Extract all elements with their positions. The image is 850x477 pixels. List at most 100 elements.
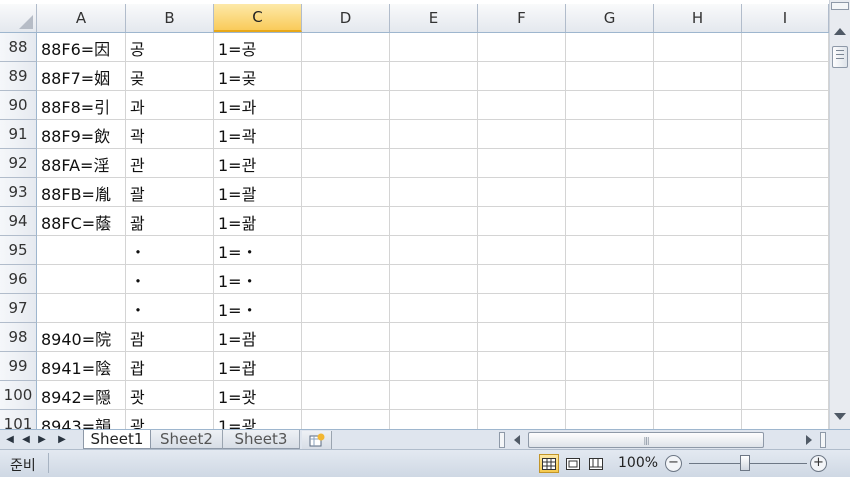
cell-c[interactable]: 1=공 — [214, 33, 302, 62]
cell-f[interactable] — [478, 381, 566, 410]
column-header-a[interactable]: A — [37, 4, 126, 32]
cell-b[interactable]: 괍 — [126, 352, 214, 381]
cell-d[interactable] — [302, 352, 390, 381]
cell-b[interactable]: 광 — [126, 410, 214, 429]
cell-h[interactable] — [654, 323, 742, 352]
select-all-button[interactable] — [0, 4, 37, 32]
cell-f[interactable] — [478, 236, 566, 265]
cell-d[interactable] — [302, 149, 390, 178]
cell-a[interactable]: 88FA=淫 — [37, 149, 126, 178]
cell-i[interactable] — [742, 149, 829, 178]
column-header-c[interactable]: C — [214, 4, 302, 32]
column-header-d[interactable]: D — [302, 4, 390, 32]
cell-i[interactable] — [742, 62, 829, 91]
row-header[interactable]: 98 — [0, 323, 37, 352]
tab-sheet2[interactable]: Sheet2 — [151, 430, 223, 449]
cell-f[interactable] — [478, 352, 566, 381]
cell-f[interactable] — [478, 62, 566, 91]
cell-d[interactable] — [302, 236, 390, 265]
cell-g[interactable] — [566, 207, 654, 236]
cell-h[interactable] — [654, 410, 742, 429]
cell-f[interactable] — [478, 33, 566, 62]
cell-c[interactable]: 1=괏 — [214, 381, 302, 410]
cell-g[interactable] — [566, 91, 654, 120]
cell-g[interactable] — [566, 323, 654, 352]
cell-d[interactable] — [302, 265, 390, 294]
cell-e[interactable] — [390, 178, 478, 207]
cell-b[interactable]: 괆 — [126, 207, 214, 236]
cell-a[interactable]: 8940=院 — [37, 323, 126, 352]
cell-g[interactable] — [566, 149, 654, 178]
cell-g[interactable] — [566, 410, 654, 429]
cell-b[interactable]: ・ — [126, 236, 214, 265]
cell-g[interactable] — [566, 120, 654, 149]
scroll-up-arrow-icon[interactable] — [834, 28, 846, 35]
cell-i[interactable] — [742, 294, 829, 323]
horizontal-scroll-end-handle[interactable] — [820, 432, 826, 448]
cell-d[interactable] — [302, 33, 390, 62]
cell-c[interactable]: 1=괍 — [214, 352, 302, 381]
column-header-b[interactable]: B — [126, 4, 214, 32]
scroll-right-arrow-icon[interactable] — [806, 435, 812, 445]
cell-d[interactable] — [302, 178, 390, 207]
cell-g[interactable] — [566, 381, 654, 410]
cell-a[interactable]: 88F6=因 — [37, 33, 126, 62]
cell-e[interactable] — [390, 323, 478, 352]
vertical-scroll-thumb[interactable] — [832, 46, 848, 68]
cell-i[interactable] — [742, 236, 829, 265]
row-header[interactable]: 95 — [0, 236, 37, 265]
cell-e[interactable] — [390, 381, 478, 410]
cell-f[interactable] — [478, 265, 566, 294]
cell-d[interactable] — [302, 207, 390, 236]
cell-i[interactable] — [742, 120, 829, 149]
cell-a[interactable]: 8942=隠 — [37, 381, 126, 410]
column-header-g[interactable]: G — [566, 4, 654, 32]
cell-c[interactable]: 1=괌 — [214, 323, 302, 352]
cell-c[interactable]: 1=・ — [214, 236, 302, 265]
row-header[interactable]: 100 — [0, 381, 37, 410]
cell-g[interactable] — [566, 62, 654, 91]
column-header-f[interactable]: F — [478, 4, 566, 32]
row-header[interactable]: 90 — [0, 91, 37, 120]
page-layout-view-icon[interactable] — [563, 454, 583, 473]
cell-f[interactable] — [478, 323, 566, 352]
cell-i[interactable] — [742, 381, 829, 410]
cell-a[interactable]: 8943=韻 — [37, 410, 126, 429]
next-sheet-icon[interactable]: ▶ — [36, 433, 48, 446]
cell-b[interactable]: 괄 — [126, 178, 214, 207]
page-break-preview-icon[interactable] — [586, 454, 606, 473]
cell-d[interactable] — [302, 91, 390, 120]
cell-e[interactable] — [390, 33, 478, 62]
row-header[interactable]: 99 — [0, 352, 37, 381]
cell-h[interactable] — [654, 62, 742, 91]
cell-f[interactable] — [478, 91, 566, 120]
tab-sheet3[interactable]: Sheet3 — [223, 430, 300, 449]
vertical-scrollbar[interactable] — [829, 0, 850, 430]
cell-c[interactable]: 1=관 — [214, 149, 302, 178]
cell-f[interactable] — [478, 410, 566, 429]
cell-g[interactable] — [566, 265, 654, 294]
cell-f[interactable] — [478, 120, 566, 149]
cell-i[interactable] — [742, 352, 829, 381]
row-header[interactable]: 101 — [0, 410, 37, 429]
cell-e[interactable] — [390, 236, 478, 265]
cell-b[interactable]: 과 — [126, 91, 214, 120]
zoom-in-icon[interactable]: + — [810, 455, 827, 472]
cell-i[interactable] — [742, 207, 829, 236]
cell-h[interactable] — [654, 178, 742, 207]
cell-d[interactable] — [302, 381, 390, 410]
cell-e[interactable] — [390, 62, 478, 91]
cell-g[interactable] — [566, 294, 654, 323]
cell-i[interactable] — [742, 323, 829, 352]
horizontal-split-handle[interactable] — [831, 2, 849, 10]
cell-b[interactable]: 관 — [126, 149, 214, 178]
column-header-i[interactable]: I — [742, 4, 829, 32]
cell-c[interactable]: 1=곽 — [214, 120, 302, 149]
cell-c[interactable]: 1=・ — [214, 265, 302, 294]
cell-c[interactable]: 1=괆 — [214, 207, 302, 236]
cell-b[interactable]: 곶 — [126, 62, 214, 91]
cell-h[interactable] — [654, 91, 742, 120]
cell-e[interactable] — [390, 149, 478, 178]
prev-sheet-icon[interactable]: ◀ — [20, 433, 32, 446]
cell-e[interactable] — [390, 352, 478, 381]
